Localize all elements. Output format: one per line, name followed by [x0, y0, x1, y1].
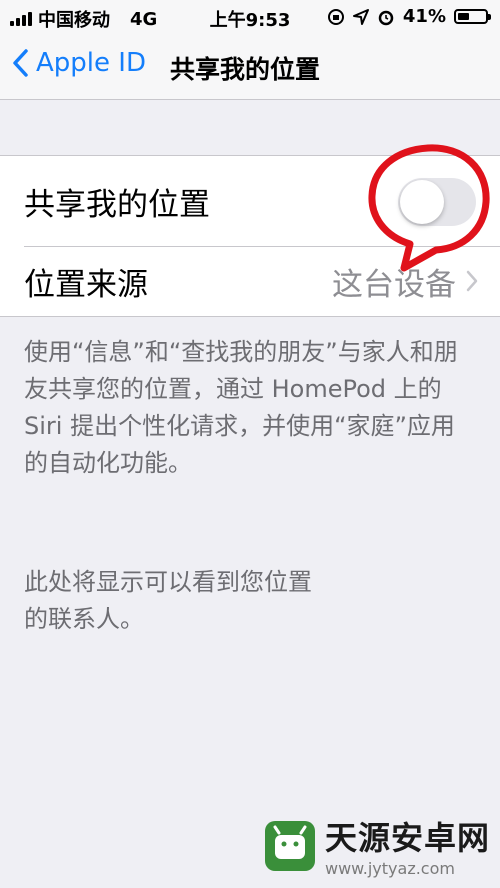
status-right: 41%: [327, 6, 491, 27]
watermark-url: www.jytyaz.com: [324, 859, 455, 878]
toggle-knob: [400, 180, 444, 224]
location-settings-group: 共享我的位置 位置来源 这台设备: [0, 155, 500, 317]
status-bar: 中国移动 4G 上午9:53 41%: [0, 0, 500, 34]
location-source-value: 这台设备: [332, 266, 456, 303]
back-button[interactable]: Apple ID: [12, 48, 146, 78]
back-chevron-icon: [13, 49, 28, 77]
watermark: 天源安卓网 www.jytyaz.com: [263, 813, 490, 878]
watermark-text: 天源安卓网 www.jytyaz.com: [325, 813, 490, 878]
page-title: 共享我的位置: [170, 55, 321, 84]
android-logo-icon: [264, 820, 315, 871]
battery-percent: 41%: [402, 6, 446, 27]
watermark-title: 天源安卓网: [324, 819, 490, 857]
alarm-icon: [378, 10, 394, 25]
share-location-description: 使用“信息”和“查找我的朋友”与家人和朋友共享您的位置，通过 HomePod 上…: [24, 338, 458, 477]
chevron-right-icon: [466, 270, 478, 292]
contacts-note-line-2: 的联系人。: [24, 605, 144, 633]
battery-icon: [454, 9, 491, 24]
navigation-bar: Apple ID 共享我的位置: [0, 34, 500, 100]
location-source-label: 位置来源: [24, 266, 148, 303]
back-label: Apple ID: [36, 48, 146, 78]
contacts-note-line-1: 此处将显示可以看到您位置: [24, 568, 312, 596]
screen-rotation-lock-icon: [327, 8, 344, 25]
share-location-label: 共享我的位置: [24, 186, 210, 223]
location-source-row[interactable]: 位置来源 这台设备: [0, 246, 500, 316]
share-location-toggle[interactable]: [398, 178, 476, 226]
location-arrow-icon: [352, 8, 369, 25]
share-location-row: 共享我的位置: [0, 156, 500, 246]
contacts-note: 此处将显示可以看到您位置 的联系人。: [24, 564, 474, 638]
